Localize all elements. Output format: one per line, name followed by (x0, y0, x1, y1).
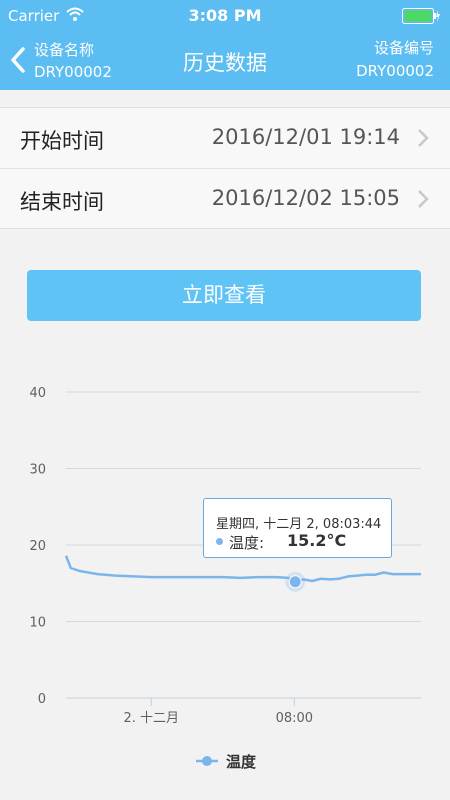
series-line-temperature (64, 555, 421, 583)
end-time-value: 2016/12/02 15:05 (211, 186, 400, 210)
y-tick-label: 0 (38, 692, 46, 707)
start-time-label: 开始时间 (20, 129, 104, 153)
time-range-panel: 开始时间 2016/12/01 19:14 结束时间 2016/12/02 15… (0, 107, 450, 229)
y-tick-label: 30 (29, 463, 46, 478)
start-time-value: 2016/12/01 19:14 (211, 125, 400, 149)
device-id-value: DRY00002 (356, 62, 434, 80)
legend-label: 温度 (226, 753, 257, 771)
y-tick-label: 10 (29, 616, 46, 631)
tooltip-date: 星期四, 十二月 2, 08:03:44 (216, 517, 382, 532)
y-tick-label: 20 (29, 539, 46, 554)
highlight-point (288, 575, 302, 589)
tooltip-series-dot (216, 538, 223, 545)
query-button[interactable]: 立即查看 (27, 270, 421, 321)
end-time-label: 结束时间 (20, 190, 104, 214)
battery-icon (402, 8, 440, 24)
end-time-row[interactable]: 结束时间 2016/12/02 15:05 (0, 169, 450, 230)
chevron-right-icon (418, 129, 429, 147)
chart-tooltip: 星期四, 十二月 2, 08:03:44 温度: 15.2°C (203, 498, 392, 558)
y-tick-label: 40 (29, 386, 46, 401)
nav-bar: 设备名称 DRY00002 历史数据 设备编号 DRY00002 (0, 30, 450, 90)
start-time-row[interactable]: 开始时间 2016/12/01 19:14 (0, 108, 450, 169)
status-bar: Carrier 3:08 PM (0, 0, 450, 30)
chevron-right-icon (418, 190, 429, 208)
temperature-chart: 0 10 20 30 40 2. 十二月 08:00 温度 (29, 386, 421, 771)
legend-marker (202, 756, 212, 766)
x-tick-label: 2. 十二月 (123, 711, 179, 726)
device-id-label: 设备编号 (373, 39, 434, 57)
tooltip-value: 15.2°C (287, 531, 347, 550)
x-tick-label: 08:00 (276, 711, 313, 726)
tooltip-series-name: 温度: (229, 534, 265, 552)
clock: 3:08 PM (188, 6, 262, 25)
